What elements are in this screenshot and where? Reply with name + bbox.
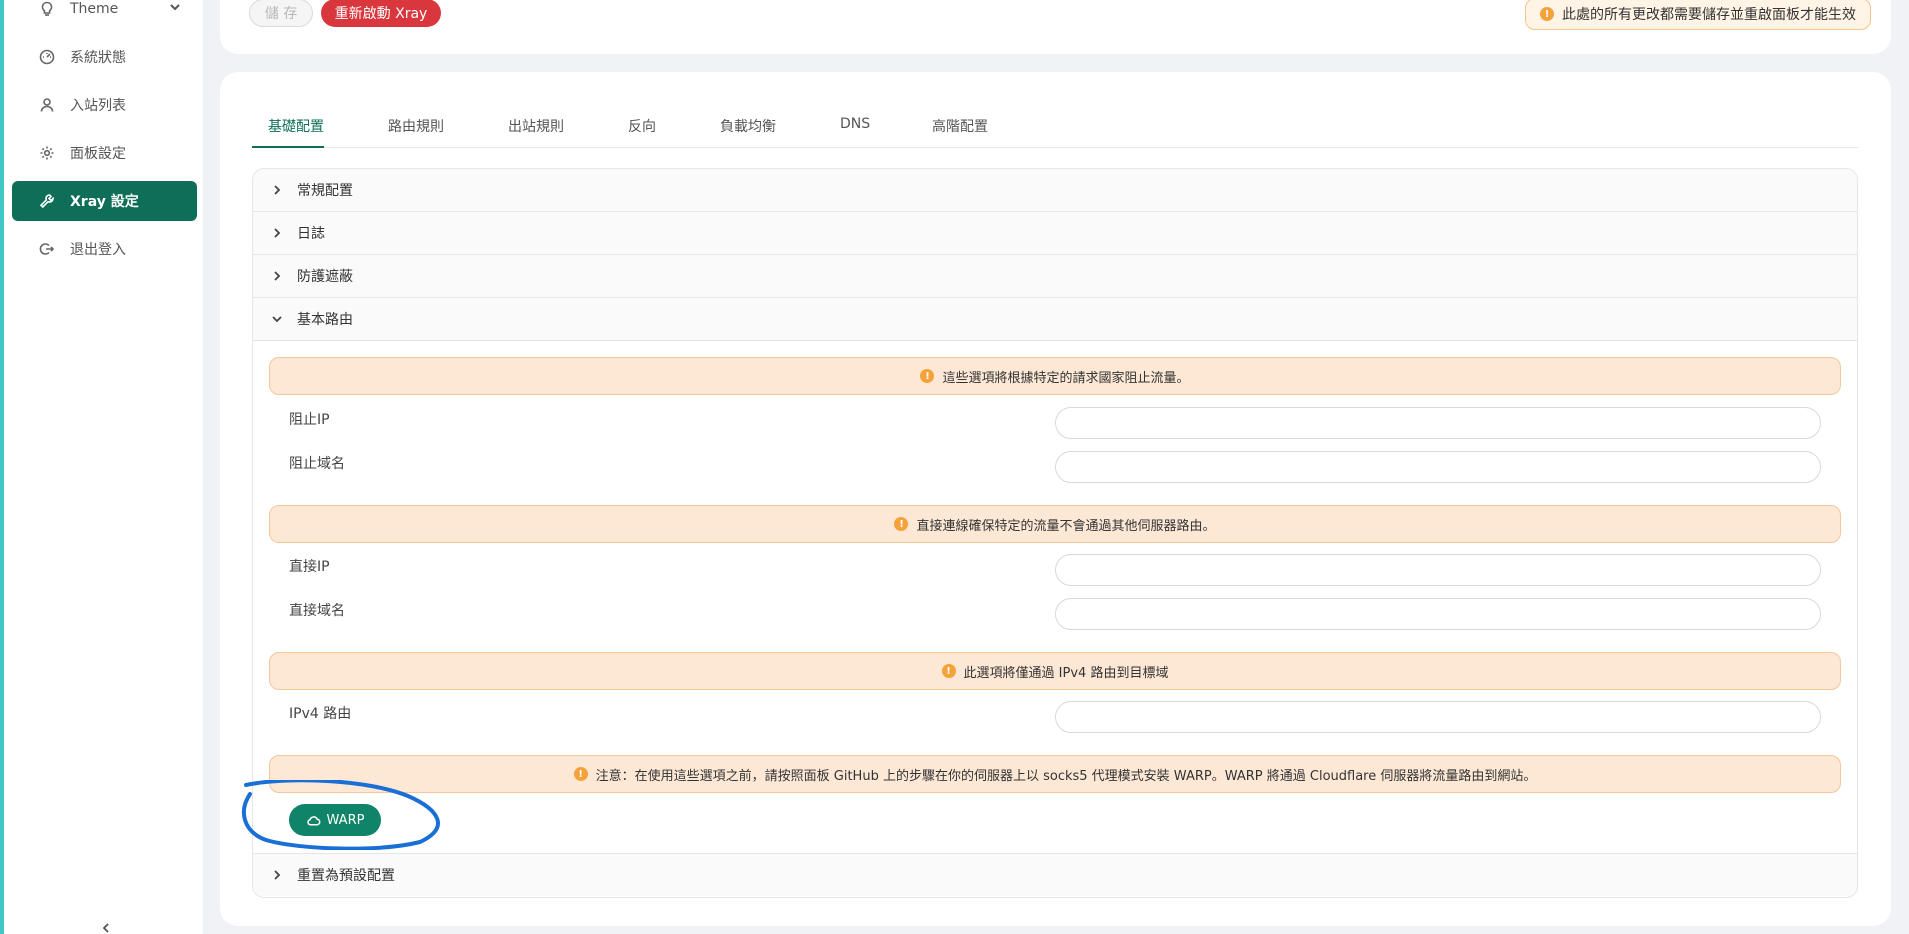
block-domain-select[interactable] xyxy=(1055,451,1821,483)
chevron-down-icon xyxy=(169,1,181,17)
ipv4-routing-label: IPv4 路由 xyxy=(289,706,352,722)
direct-domain-label: 直接域名 xyxy=(289,603,345,619)
settings-tabs: 基礎配置 路由規則 出站規則 反向 負載均衡 DNS 高階配置 xyxy=(252,114,1858,148)
chevron-right-icon xyxy=(271,869,283,881)
wrench-icon xyxy=(38,192,56,210)
chevron-right-icon xyxy=(271,184,283,196)
basic-routing-body: ! 這些選項將根據特定的請求國家阻止流量。 阻止IP 阻止域名 ! 直接連線確保… xyxy=(253,341,1857,853)
chevron-down-icon xyxy=(271,313,283,325)
logout-icon xyxy=(38,240,56,258)
ipv4-alert: ! 此選項將僅通過 IPv4 路由到目標域 xyxy=(269,652,1841,690)
sidebar: Theme 系統狀態 入站列表 面板設定 Xray 設定 退出登入 xyxy=(4,0,204,934)
panel-title: 日誌 xyxy=(297,226,325,242)
direct-alert: ! 直接連線確保特定的流量不會通過其他伺服器路由。 xyxy=(269,505,1841,543)
panel-protection[interactable]: 防護遮蔽 xyxy=(253,255,1857,298)
alert-text: 直接連線確保特定的流量不會通過其他伺服器路由。 xyxy=(916,518,1216,534)
save-button[interactable]: 儲 存 xyxy=(249,0,313,27)
tab-routing-rules[interactable]: 路由規則 xyxy=(388,116,444,136)
tab-reverse[interactable]: 反向 xyxy=(628,116,656,136)
chevron-right-icon xyxy=(271,270,283,282)
sidebar-collapse-icon[interactable] xyxy=(100,922,116,934)
gear-icon xyxy=(38,144,56,162)
sidebar-item-system-status[interactable]: 系統狀態 xyxy=(12,37,197,77)
panel-title: 重置為預設配置 xyxy=(297,868,395,884)
xray-settings-card: 基礎配置 路由規則 出站規則 反向 負載均衡 DNS 高階配置 常規配置 日誌 … xyxy=(220,72,1891,926)
toolbar-card: 儲 存 重新啟動 Xray ! 此處的所有更改都需要儲存並重啟面板才能生效 xyxy=(220,0,1891,54)
sidebar-item-inbounds[interactable]: 入站列表 xyxy=(12,85,197,125)
panel-general[interactable]: 常規配置 xyxy=(253,169,1857,212)
block-domain-label: 阻止域名 xyxy=(289,456,345,472)
restart-xray-button[interactable]: 重新啟動 Xray xyxy=(321,0,441,27)
sidebar-item-xray-settings[interactable]: Xray 設定 xyxy=(12,181,197,221)
bulb-icon xyxy=(38,0,56,18)
direct-ip-label: 直接IP xyxy=(289,559,330,575)
panel-basic-routing[interactable]: 基本路由 xyxy=(253,298,1857,341)
sidebar-item-label: 退出登入 xyxy=(70,242,126,258)
warp-alert: ! 注意：在使用這些選項之前，請按照面板 GitHub 上的步驟在你的伺服器上以… xyxy=(269,755,1841,793)
cloud-icon xyxy=(306,815,320,825)
warning-icon: ! xyxy=(894,517,909,531)
panel-title: 常規配置 xyxy=(297,183,353,199)
save-warning-banner: ! 此處的所有更改都需要儲存並重啟面板才能生效 xyxy=(1525,0,1871,30)
block-ip-select[interactable] xyxy=(1055,407,1821,439)
warning-icon: ! xyxy=(573,767,588,781)
ipv4-routing-select[interactable] xyxy=(1055,701,1821,733)
tab-basic[interactable]: 基礎配置 xyxy=(268,116,324,136)
tab-dns[interactable]: DNS xyxy=(840,116,870,132)
tab-advanced[interactable]: 高階配置 xyxy=(932,116,988,136)
dashboard-icon xyxy=(38,48,56,66)
warning-icon: ! xyxy=(920,369,935,383)
block-alert: ! 這些選項將根據特定的請求國家阻止流量。 xyxy=(269,357,1841,395)
alert-text: 這些選項將根據特定的請求國家阻止流量。 xyxy=(942,370,1190,386)
tab-balancer[interactable]: 負載均衡 xyxy=(720,116,776,136)
chevron-right-icon xyxy=(271,227,283,239)
panel-log[interactable]: 日誌 xyxy=(253,212,1857,255)
sidebar-item-panel-settings[interactable]: 面板設定 xyxy=(12,133,197,173)
sidebar-item-label: 入站列表 xyxy=(70,98,126,114)
alert-text: 此選項將僅通過 IPv4 路由到目標域 xyxy=(963,665,1169,681)
warning-icon: ! xyxy=(1540,7,1554,21)
sidebar-item-label: 系統狀態 xyxy=(70,50,126,66)
sidebar-item-label: 面板設定 xyxy=(70,146,126,162)
warp-button[interactable]: WARP xyxy=(289,804,381,836)
settings-collapse: 常規配置 日誌 防護遮蔽 基本路由 ! 這些選項將根據特定的請求國家阻止流量。 … xyxy=(252,168,1858,898)
sidebar-item-label: Theme xyxy=(70,1,119,17)
direct-ip-select[interactable] xyxy=(1055,554,1821,586)
user-icon xyxy=(38,96,56,114)
save-warning-text: 此處的所有更改都需要儲存並重啟面板才能生效 xyxy=(1562,7,1856,23)
direct-domain-select[interactable] xyxy=(1055,598,1821,630)
warning-icon: ! xyxy=(941,664,956,678)
panel-title: 基本路由 xyxy=(297,312,353,328)
alert-text: 注意：在使用這些選項之前，請按照面板 GitHub 上的步驟在你的伺服器上以 s… xyxy=(595,768,1537,784)
sidebar-item-logout[interactable]: 退出登入 xyxy=(12,229,197,269)
panel-reset-default[interactable]: 重置為預設配置 xyxy=(253,853,1857,896)
active-tab-indicator xyxy=(252,146,324,148)
tab-outbound-rules[interactable]: 出站規則 xyxy=(508,116,564,136)
sidebar-item-label: Xray 設定 xyxy=(70,194,139,210)
sidebar-item-theme[interactable]: Theme xyxy=(12,0,197,29)
panel-title: 防護遮蔽 xyxy=(297,269,353,285)
warp-button-label: WARP xyxy=(326,812,365,828)
block-ip-label: 阻止IP xyxy=(289,412,330,428)
